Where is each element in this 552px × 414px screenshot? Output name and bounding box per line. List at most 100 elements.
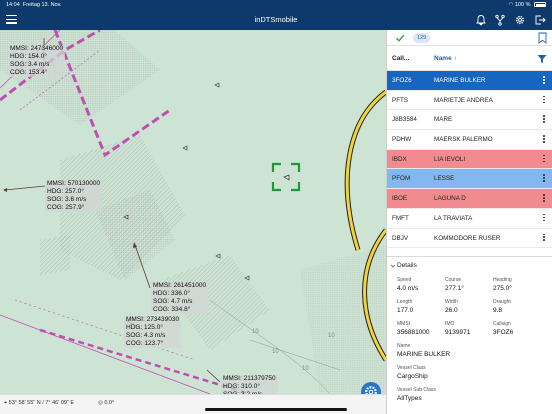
speed-label: Speed xyxy=(397,277,412,283)
callsign-label: Callsign xyxy=(493,321,511,327)
vessel-name: LA TRAVIATA xyxy=(434,214,473,222)
bookmark-icon[interactable] xyxy=(538,32,547,44)
logout-icon[interactable] xyxy=(534,14,546,26)
location-pin-icon: ⌖ xyxy=(4,400,8,406)
vessel-row[interactable]: FMFT LA TRAVIATA xyxy=(387,209,552,229)
selection-bracket xyxy=(271,162,301,192)
vessel-arrow xyxy=(3,188,7,192)
vessel-name: MARE xyxy=(434,116,453,124)
more-options-icon[interactable] xyxy=(543,174,545,183)
hatched-area xyxy=(40,235,70,275)
status-time: 14:04 xyxy=(6,2,20,8)
vessel-callsign: DBJV xyxy=(392,234,409,242)
wifi-icon: ◠ xyxy=(508,2,514,8)
battery-text: 100 % xyxy=(514,2,531,8)
app-header: inDTSmobile xyxy=(0,10,552,30)
vessel-row[interactable]: PDHW MAERSK PALERMO xyxy=(387,130,552,150)
position-readout: ⌖ 53° 58' 55" N / 7° 46' 09" E xyxy=(4,400,74,407)
vessel-callsign: PFOM xyxy=(392,175,411,183)
vessel-row[interactable]: PFOM LESSE xyxy=(387,169,552,190)
vessel-callsign: PDHW xyxy=(392,136,412,144)
vessel-marker[interactable] xyxy=(214,82,220,88)
network-icon[interactable] xyxy=(494,14,506,26)
vessel-row[interactable]: PFTS MARIETJE ANDREA xyxy=(387,91,552,111)
heading-text: 0.0° xyxy=(104,400,115,406)
name-value: MARINE BULKER xyxy=(397,351,451,358)
check-icon[interactable] xyxy=(395,33,405,43)
restricted-area xyxy=(300,245,386,394)
vessel-marker[interactable] xyxy=(182,145,188,151)
more-options-icon[interactable] xyxy=(543,194,545,203)
mmsi-value: 356881000 xyxy=(397,329,430,336)
panel-toolbar: 129 xyxy=(387,30,552,46)
width-label: Width xyxy=(445,299,458,305)
vessel-name: MARIETJE ANDREA xyxy=(434,96,493,104)
vessel-row[interactable]: IBOE LAGUNA D xyxy=(387,189,552,209)
map-settings-button[interactable] xyxy=(361,382,381,394)
vessel-class-label: Vessel Class xyxy=(397,365,426,371)
status-right: ◠ 100 % xyxy=(509,0,546,10)
more-options-icon[interactable] xyxy=(543,213,545,223)
vessel-class-value: CargoShip xyxy=(397,373,428,380)
more-options-icon[interactable] xyxy=(543,76,545,85)
width-value: 26.0 xyxy=(445,307,458,314)
vessel-info-label[interactable]: MMSI: 247346000 HDG: 154.0° SOG: 3.4 m/s… xyxy=(8,45,66,77)
more-options-icon[interactable] xyxy=(543,233,545,243)
vessel-subclass-value: AllTypes xyxy=(397,395,422,402)
gear-icon[interactable] xyxy=(514,14,526,26)
details-title: Details xyxy=(397,262,417,269)
imo-label: IMO xyxy=(445,321,455,327)
column-call[interactable]: Call... xyxy=(392,55,409,62)
draught-value: 9.8 xyxy=(493,307,503,314)
vessel-vector xyxy=(206,369,221,383)
status-date: Freitag 13. Nov. xyxy=(22,2,62,8)
battery-icon xyxy=(534,2,546,8)
length-value: 177.0 xyxy=(397,307,414,314)
vessel-callsign: PFTS xyxy=(392,96,409,104)
details-section: Details Speed 4.0 m/s Course 277.1° Head… xyxy=(387,256,552,414)
vessel-row[interactable]: DBJV KOMMODORE RUSER xyxy=(387,229,552,249)
heading-value: 275.0° xyxy=(493,285,512,292)
map-status-bar: ⌖ 53° 58' 55" N / 7° 46' 09" E ◎ 0.0° xyxy=(0,394,386,414)
more-options-icon[interactable] xyxy=(543,95,545,105)
vessel-list-panel: 129 Call... Name ↑ 3FOZ6 MARINE BULKER PFT… xyxy=(386,30,552,414)
home-indicator[interactable] xyxy=(205,408,347,411)
vessel-callsign: IBDX xyxy=(392,155,407,163)
more-options-icon[interactable] xyxy=(543,135,545,144)
column-name[interactable]: Name ↑ xyxy=(434,55,457,62)
vessel-callsign: 3FOZ6 xyxy=(392,77,412,84)
chart-map[interactable]: 10 10 10 10 MMSI: 247346000 HDG: 154.0° … xyxy=(0,30,386,394)
vessel-info-label[interactable]: MMSI: 570130000 HDG: 257.0° SOG: 3.6 m/s… xyxy=(45,180,103,212)
depth-label: 10 xyxy=(272,349,279,355)
heading-readout: ◎ 0.0° xyxy=(98,400,114,406)
name-label: Name xyxy=(397,343,411,349)
bell-icon[interactable] xyxy=(475,14,487,26)
draught-label: Draught xyxy=(493,299,511,305)
vessel-row[interactable]: J8B3584 MARE xyxy=(387,110,552,131)
list-header: Call... Name ↑ xyxy=(387,47,552,71)
filter-icon[interactable] xyxy=(537,54,547,64)
status-time-date: 14:04 Freitag 13. Nov. xyxy=(6,0,62,10)
more-options-icon[interactable] xyxy=(543,154,545,164)
coords-text: 53° 58' 55" N / 7° 46' 09" E xyxy=(8,400,75,406)
length-label: Length xyxy=(397,299,413,305)
vessel-count-badge: 129 xyxy=(413,33,431,43)
vessel-row[interactable]: 3FOZ6 MARINE BULKER xyxy=(387,71,552,91)
gear-icon xyxy=(365,386,377,394)
vessel-callsign: FMFT xyxy=(392,214,409,222)
vessel-subclass-label: Vessel Sub Class xyxy=(397,387,436,393)
vessel-name: MAERSK PALERMO xyxy=(434,136,493,144)
chevron-down-icon[interactable] xyxy=(391,264,395,268)
vessel-name: KOMMODORE RUSER xyxy=(434,234,501,242)
more-options-icon[interactable] xyxy=(543,115,545,124)
mmsi-label: MMSI xyxy=(397,321,411,327)
vessel-marker[interactable] xyxy=(215,253,221,259)
vessel-row[interactable]: IBDX LIA IEVOLI xyxy=(387,149,552,170)
vessel-info-label[interactable]: MMSI: 211379750 HDG: 310.0° SOG: 3.2 m/s xyxy=(221,375,278,394)
vessel-callsign: J8B3584 xyxy=(392,116,417,124)
vessel-info-label[interactable]: MMSI: 273439030 HDG: 125.0° SOG: 4.3 m/s… xyxy=(124,316,182,348)
imo-value: 9139971 xyxy=(445,329,471,336)
selected-vessel-marker[interactable] xyxy=(283,174,290,181)
vessel-name: LAGUNA D xyxy=(434,195,466,203)
vessel-info-label[interactable]: MMSI: 261451000 HDG: 336.0° SOG: 4.7 m/s… xyxy=(151,282,209,314)
